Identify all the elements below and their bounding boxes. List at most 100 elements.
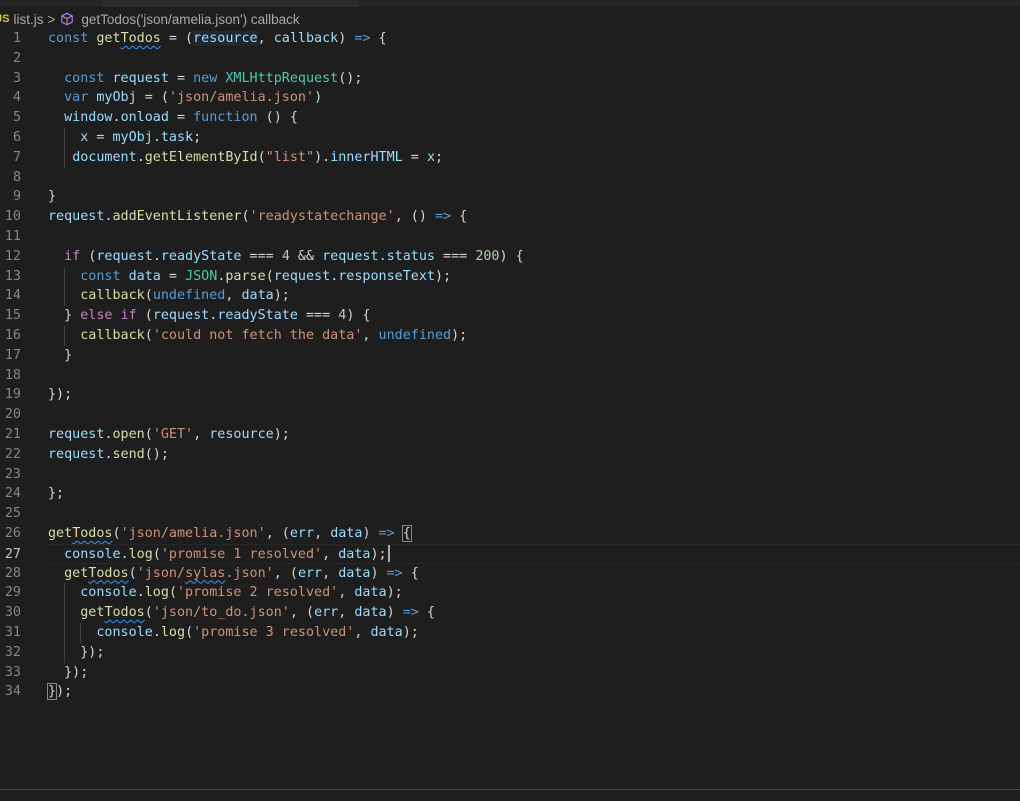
line-number: 4 <box>12 90 21 106</box>
line-number: 3 <box>12 70 21 86</box>
code-line[interactable]: 8 <box>0 168 1020 188</box>
code-text: getTodos('json/amelia.json', (err, data)… <box>48 525 412 542</box>
code-editor[interactable]: 1 const getTodos = (resource, callback) =… <box>0 29 1020 789</box>
line-number: 10 <box>4 209 21 225</box>
code-line[interactable]: 27 console.log('promise 1 resolved', dat… <box>5 543 1020 565</box>
code-text: } <box>48 347 73 363</box>
line-number: 22 <box>4 446 21 462</box>
line-number: 32 <box>4 644 21 660</box>
code-text: }); <box>46 683 73 701</box>
code-line[interactable]: 20 <box>0 405 1020 425</box>
code-line[interactable]: 24}; <box>0 484 1020 504</box>
line-number: 11 <box>4 229 21 244</box>
line-number: 18 <box>4 367 21 383</box>
code-text: }; <box>48 486 65 502</box>
code-line[interactable]: 34}); <box>0 682 1020 702</box>
line-number: 13 <box>4 268 21 284</box>
code-text: console.log('promise 1 resolved', data); <box>48 545 390 565</box>
code-line[interactable]: 18 <box>0 366 1020 386</box>
code-text: } else if (request.readyState === 4) { <box>48 308 371 324</box>
code-text: console.log('promise 2 resolved', data); <box>80 585 403 601</box>
cube-icon <box>61 12 74 26</box>
code-text: request.addEventListener('readystatechan… <box>48 209 468 225</box>
code-line[interactable]: 10 request.addEventListener('readystatech… <box>0 207 1020 227</box>
line-number: 25 <box>4 506 21 522</box>
code-line[interactable]: 21 request.open('GET', resource); <box>0 425 1020 445</box>
code-line[interactable]: 22 request.send(); <box>0 445 1020 465</box>
line-number: 28 <box>4 565 21 581</box>
line-number: 5 <box>12 110 21 126</box>
line-number: 15 <box>4 308 21 324</box>
code-text: if (request.readyState === 4 && request.… <box>64 248 524 264</box>
editor-tab[interactable] <box>229 0 358 7</box>
code-line[interactable]: 19}); <box>0 385 1020 405</box>
indent-guide <box>64 128 65 168</box>
code-line[interactable]: 15 } else if (request.readyState === 4) … <box>0 306 1020 326</box>
line-number: 27 <box>4 546 21 562</box>
code-text: document.getElementById("list").innerHTM… <box>72 149 444 165</box>
line-number: 21 <box>4 427 21 442</box>
code-line[interactable]: 11 <box>0 227 1020 247</box>
code-line[interactable]: 4 var myObj = ('json/amelia.json') <box>0 88 1020 108</box>
code-line[interactable]: 32 }); <box>0 643 1020 663</box>
indent-guide <box>80 623 81 643</box>
code-text: window.onload = function () { <box>64 110 298 126</box>
indent-guide <box>64 583 65 663</box>
code-line[interactable]: 9} <box>0 187 1020 207</box>
code-line[interactable]: 7 document.getElementById("list").innerH… <box>0 148 1020 168</box>
code-line[interactable]: 1 const getTodos = (resource, callback) =… <box>0 29 1020 49</box>
code-text: var myObj = ('json/amelia.json') <box>64 90 323 106</box>
code-line[interactable]: 5 window.onload = function () { <box>0 108 1020 128</box>
code-line[interactable]: 30 getTodos('json/to_do.json', (err, dat… <box>0 603 1020 623</box>
code-text: console.log('promise 3 resolved', data); <box>96 625 419 640</box>
breadcrumb-symbol[interactable]: getTodos('json/amelia.json') callback <box>81 12 299 27</box>
code-line[interactable]: 29 console.log('promise 2 resolved', dat… <box>0 583 1020 603</box>
line-number: 9 <box>12 189 21 205</box>
line-number: 14 <box>4 288 21 304</box>
code-line[interactable]: 16 callback('could not fetch the data', … <box>0 326 1020 346</box>
code-text: }); <box>48 664 89 680</box>
code-line[interactable]: 28 getTodos('json/sylas.json', (err, dat… <box>0 564 1020 584</box>
breadcrumb: JS list.js > getTodos('json/amelia.json'… <box>0 9 300 29</box>
line-number: 31 <box>4 625 21 640</box>
code-line[interactable]: 33 }); <box>0 663 1020 683</box>
code-text: callback(undefined, data); <box>80 288 290 304</box>
code-text: request.open('GET', resource); <box>48 427 290 442</box>
line-number: 24 <box>4 486 21 502</box>
code-text: x = myObj.task; <box>80 130 202 145</box>
code-text: request.send(); <box>48 446 169 462</box>
line-number: 26 <box>4 526 21 541</box>
code-line[interactable]: 14 callback(undefined, data); <box>0 286 1020 306</box>
code-line[interactable]: 23 <box>0 465 1020 485</box>
line-number: 2 <box>12 50 21 66</box>
code-text: getTodos('json/to_do.json', (err, data) … <box>80 605 435 621</box>
code-line[interactable]: 31 console.log('promise 3 resolved', dat… <box>0 623 1020 643</box>
code-text: const getTodos = (resource, callback) =>… <box>48 31 387 46</box>
line-number: 1 <box>12 31 21 46</box>
line-number: 33 <box>4 664 21 680</box>
text-cursor <box>387 545 390 563</box>
breadcrumb-file[interactable]: list.js <box>13 12 43 27</box>
line-number: 12 <box>4 248 21 264</box>
code-line[interactable]: 26 getTodos('json/amelia.json', (err, dat… <box>0 524 1020 544</box>
code-line[interactable]: 12 if (request.readyState === 4 && reque… <box>0 247 1020 267</box>
line-number: 30 <box>4 605 21 621</box>
code-line[interactable]: 25 <box>0 504 1020 524</box>
line-number: 7 <box>12 149 21 165</box>
code-line[interactable]: 2 <box>0 49 1020 69</box>
code-text: } <box>48 189 57 205</box>
code-line[interactable]: 3 const request = new XMLHttpRequest(); <box>0 69 1020 89</box>
line-number: 29 <box>4 585 21 601</box>
code-line[interactable]: 17 } <box>0 346 1020 366</box>
code-text: getTodos('json/sylas.json', (err, data) … <box>64 565 419 581</box>
code-line[interactable]: 6 x = myObj.task; <box>0 128 1020 148</box>
code-text: const request = new XMLHttpRequest(); <box>64 70 363 86</box>
code-text: }); <box>48 644 105 660</box>
chevron-right-icon: > <box>47 11 56 27</box>
js-file-icon: JS <box>0 13 10 25</box>
line-number: 8 <box>12 169 21 185</box>
editor-tab[interactable] <box>102 0 229 7</box>
code-line[interactable]: 13 const data = JSON.parse(request.respo… <box>0 267 1020 287</box>
code-text: callback('could not fetch the data', und… <box>80 328 468 343</box>
indent-guide <box>64 266 65 307</box>
